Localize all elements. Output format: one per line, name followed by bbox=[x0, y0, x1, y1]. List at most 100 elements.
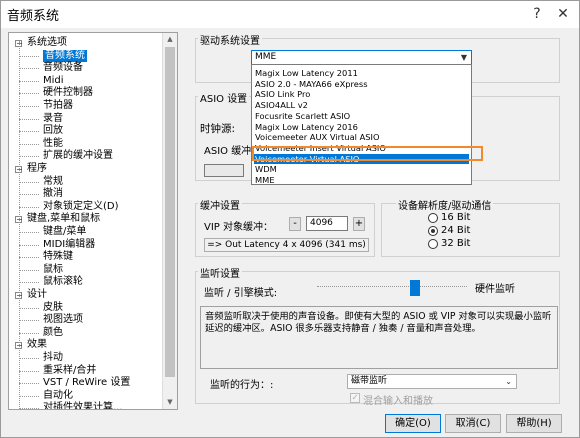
tree-connector bbox=[19, 55, 39, 57]
monitor-slider-thumb[interactable] bbox=[409, 280, 420, 296]
monitor-behavior-value: 磁带监听 bbox=[351, 376, 388, 386]
chevron-down-icon: ▼ bbox=[460, 53, 467, 62]
tree-connector bbox=[19, 269, 39, 271]
driver-option[interactable]: ASIO4ALL v2 bbox=[254, 100, 469, 110]
driver-option[interactable]: ASIO Link Pro bbox=[254, 89, 469, 99]
tree-connector bbox=[19, 395, 39, 397]
tree-item[interactable]: 节拍器 bbox=[43, 100, 73, 112]
tree-item[interactable]: 鼠标 bbox=[43, 264, 63, 276]
tree-connector bbox=[19, 194, 39, 196]
tree-connector bbox=[19, 320, 39, 322]
bit-depth-label: 32 Bit bbox=[441, 238, 471, 249]
tree-connector bbox=[19, 244, 39, 246]
driver-option[interactable]: Magix Low Latency 2011 bbox=[254, 68, 469, 78]
tree-connector bbox=[19, 181, 39, 183]
scroll-up-icon[interactable]: ▲ bbox=[163, 33, 177, 46]
tree-item[interactable]: 扩展的缓冲设置 bbox=[43, 150, 113, 162]
tree-item[interactable]: 设计 bbox=[27, 289, 47, 301]
driver-dropdown-list[interactable]: Magix Low Latency 2011 ASIO 2.0 - MAYA66 … bbox=[251, 64, 472, 185]
audio-system-dialog: 音频系统 ? ✕ ▲ ▼ − 系统选项 音频系统 音频设备 Midi 硬件控制器 节拍器 录音… bbox=[0, 0, 580, 438]
tree-connector bbox=[19, 93, 39, 95]
help-title-button[interactable]: ? bbox=[528, 5, 546, 23]
buffer-increase-button[interactable]: + bbox=[353, 217, 365, 231]
tree-item[interactable]: 音频系统 bbox=[43, 49, 87, 62]
tree-item[interactable]: 自动化 bbox=[43, 390, 73, 402]
tree-item[interactable]: 特殊键 bbox=[43, 251, 73, 263]
driver-option[interactable]: WDM bbox=[254, 164, 469, 174]
tree-item[interactable]: 键盘/菜单 bbox=[43, 226, 86, 238]
scroll-down-icon[interactable]: ▼ bbox=[163, 396, 177, 409]
hardware-monitor-label: 硬件监听 bbox=[475, 284, 515, 295]
mix-input-checkbox[interactable]: ✓ bbox=[350, 393, 360, 403]
driver-select[interactable]: MME ▼ bbox=[251, 50, 472, 65]
asio-group-label: ASIO 设置 bbox=[198, 90, 250, 105]
ok-button[interactable]: 确定(O) bbox=[385, 414, 441, 433]
mix-input-label: 混合输入和播放 bbox=[363, 396, 433, 407]
buffer-group-label: 缓冲设置 bbox=[198, 197, 242, 212]
bit-depth-radio[interactable] bbox=[428, 226, 438, 236]
engine-mode-label: 监听 / 引擎模式: bbox=[204, 288, 278, 299]
tree-item[interactable]: 撤消 bbox=[43, 188, 63, 200]
help-button[interactable]: 帮助(H) bbox=[506, 414, 562, 433]
tree-item[interactable]: 录音 bbox=[43, 113, 63, 125]
tree-scrollbar[interactable]: ▲ ▼ bbox=[162, 33, 177, 409]
settings-tree: ▲ ▼ − 系统选项 音频系统 音频设备 Midi 硬件控制器 节拍器 录音 回放 性能 扩展的缓冲… bbox=[8, 32, 178, 410]
tree-connector bbox=[19, 332, 39, 334]
cancel-button[interactable]: 取消(C) bbox=[445, 414, 501, 433]
driver-option[interactable]: Magix Low Latency 2016 bbox=[254, 122, 469, 132]
monitor-behavior-label: 监听的行为：: bbox=[210, 380, 274, 391]
monitor-behavior-select[interactable]: 磁带监听 ⌄ bbox=[347, 374, 517, 389]
driver-option[interactable]: Voicemeeter AUX Virtual ASIO bbox=[254, 132, 469, 142]
tree-item[interactable]: 对插件效果计算... bbox=[43, 402, 123, 409]
highlight-annotation bbox=[252, 146, 483, 161]
bit-depth-radio[interactable] bbox=[428, 239, 438, 249]
buffer-size-field[interactable]: 4096 bbox=[306, 216, 348, 231]
tree-item[interactable]: 抖动 bbox=[43, 352, 63, 364]
vip-buffer-label: VIP 对象缓冲： bbox=[204, 222, 273, 233]
driver-option[interactable]: ASIO 2.0 - MAYA66 eXpress bbox=[254, 79, 469, 89]
tree-item[interactable]: VST / ReWire 设置 bbox=[43, 377, 130, 389]
tree-item[interactable]: MIDI编辑器 bbox=[43, 239, 95, 251]
tree-connector bbox=[19, 206, 39, 208]
tree-connector bbox=[19, 156, 39, 158]
tree-item[interactable]: 鼠标滚轮 bbox=[43, 276, 83, 288]
chevron-down-icon: ⌄ bbox=[505, 377, 512, 386]
driver-group-label: 驱动系统设置 bbox=[198, 32, 262, 47]
tree-item[interactable]: Midi bbox=[43, 75, 64, 87]
tree-item[interactable]: 系统选项 bbox=[27, 37, 67, 49]
driver-option[interactable]: MME bbox=[254, 175, 469, 185]
tree-item[interactable]: 程序 bbox=[27, 163, 47, 175]
scroll-thumb[interactable] bbox=[165, 47, 175, 377]
tree-item[interactable]: 对象锁定定义(D) bbox=[43, 201, 119, 213]
tree-item[interactable]: 硬件控制器 bbox=[43, 87, 93, 99]
asio-buffer-label: ASIO 缓冲 bbox=[204, 146, 252, 157]
tree-item[interactable]: 颜色 bbox=[43, 327, 63, 339]
tree-connector bbox=[19, 106, 39, 107]
tree-item[interactable]: 回放 bbox=[43, 125, 63, 137]
tree-item[interactable]: 效果 bbox=[27, 339, 47, 351]
tree-connector bbox=[19, 80, 39, 82]
monitor-slider-track[interactable] bbox=[317, 286, 467, 290]
resolution-group-label: 设备解析度/驱动通信 bbox=[396, 197, 494, 212]
tree-connector bbox=[19, 118, 39, 120]
tree-connector bbox=[19, 232, 39, 233]
tree-connector bbox=[19, 131, 39, 133]
asio-buffer-field[interactable] bbox=[204, 164, 244, 177]
monitor-description: 音频监听取决于使用的声音设备。即使有大型的 ASIO 或 VIP 对象可以实现最… bbox=[200, 306, 558, 369]
driver-option[interactable]: Focusrite Scarlett ASIO bbox=[254, 111, 469, 121]
tree-item[interactable]: 音频设备 bbox=[43, 62, 83, 74]
tree-connector bbox=[19, 358, 39, 359]
tree-item[interactable]: 视图选项 bbox=[43, 314, 83, 326]
close-button[interactable]: ✕ bbox=[554, 5, 572, 23]
bit-depth-label: 16 Bit bbox=[441, 212, 471, 223]
tree-item[interactable]: 键盘,菜单和鼠标 bbox=[27, 213, 100, 225]
tree-connector bbox=[19, 307, 39, 309]
tree-connector bbox=[19, 68, 39, 70]
tree-item[interactable]: 重采样/合并 bbox=[43, 365, 96, 377]
buffer-decrease-button[interactable]: - bbox=[289, 217, 301, 231]
tree-item[interactable]: 性能 bbox=[43, 138, 63, 150]
tree-item[interactable]: 常规 bbox=[43, 176, 63, 188]
clock-source-label: 时钟源: bbox=[200, 123, 236, 135]
bit-depth-radio[interactable] bbox=[428, 213, 438, 223]
tree-item[interactable]: 皮肤 bbox=[43, 302, 63, 314]
